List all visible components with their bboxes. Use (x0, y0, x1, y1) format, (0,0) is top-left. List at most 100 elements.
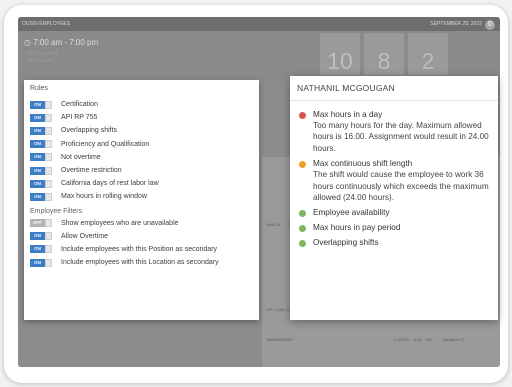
shift-subtitle: OEP Day Shift OP (Ossipin) (26, 51, 59, 64)
toggle-knob (45, 219, 52, 228)
rule-result-content: Overlapping shifts (313, 237, 379, 248)
rule-row: ON Allow Overtime (30, 230, 253, 243)
counter-box: 2 (408, 33, 448, 75)
shift-time: ◷ 7:00 am - 7:00 pm (24, 38, 99, 47)
rule-label: Show employees who are unavailable (61, 219, 179, 227)
bg-zero: 0.00 (414, 337, 422, 342)
topbar-title: OUSIN EMPLOYEES (22, 21, 71, 27)
bg-na: N/A (426, 337, 433, 342)
rule-row: ON Include employees with this Position a… (30, 243, 253, 256)
employee-detail-card: NATHANIL MCGOUGAN Max hours in a day Too … (290, 76, 498, 320)
rule-result-item: Employee availability (299, 207, 490, 218)
bg-role: Volunteer LT (442, 337, 465, 342)
toggle-state: ON (30, 113, 45, 122)
toggle-knob (45, 140, 52, 149)
rule-result-title: Max continuous shift length (313, 159, 413, 169)
rule-label: Include employees with this Location as … (61, 259, 219, 267)
employee-name: NATHANIL MCGOUGAN (290, 76, 498, 101)
toggle-knob (45, 232, 52, 241)
toggle-knob (45, 179, 52, 188)
rule-label: Allow Overtime (61, 232, 109, 240)
rule-label: Certification (61, 101, 98, 109)
toggle-switch[interactable]: ON (30, 126, 52, 135)
status-dot-icon (299, 112, 306, 119)
rule-row: ON API RP 755 (30, 111, 253, 124)
toggle-state: ON (30, 258, 45, 267)
rule-row: ON Proficiency and Qualification (30, 138, 253, 151)
rule-row: ON Certification (30, 98, 253, 111)
rule-row: ON California days of rest labor law (30, 177, 253, 190)
rule-result-description: The shift would cause the employee to wo… (313, 170, 489, 203)
rule-label: Overlapping shifts (61, 127, 118, 135)
rule-result-title: Max hours in pay period (313, 223, 401, 233)
rule-label: Proficiency and Qualification (61, 140, 150, 148)
rule-row: OFF Show employees who are unavailable (30, 217, 253, 230)
rule-row: ON Max hours in rolling window (30, 190, 253, 203)
toggle-switch[interactable]: ON (30, 179, 52, 188)
toggle-switch[interactable]: ON (30, 192, 52, 201)
toggle-switch[interactable]: ON (30, 258, 52, 267)
toggle-state: ON (30, 192, 45, 201)
rule-result-title: Employee availability (313, 208, 390, 218)
rule-result-content: Employee availability (313, 207, 389, 218)
rule-result-content: Max continuous shift length The shift wou… (313, 158, 490, 203)
toggle-switch[interactable]: ON (30, 245, 52, 254)
rules-title: Rules (30, 85, 48, 92)
toggle-state: ON (30, 126, 45, 135)
toggle-knob (45, 126, 52, 135)
rule-label: Max hours in rolling window (61, 193, 147, 201)
bg-worker: MARGAURIST (267, 337, 294, 342)
toggle-knob (45, 113, 52, 122)
topbar-date: SEPTEMBER 28, 2022 (430, 21, 482, 27)
status-dot-icon (299, 161, 306, 169)
toggle-switch[interactable]: OFF (30, 219, 52, 228)
rule-results: Max hours in a day Too many hours for the… (290, 101, 498, 248)
toggle-switch[interactable]: ON (30, 166, 52, 175)
rule-row: ON Include employees with this Location a… (30, 256, 253, 269)
toggle-state: ON (30, 232, 45, 241)
rule-row: ON Overtime restriction (30, 164, 253, 177)
filters-title: Employee Filters (30, 207, 83, 215)
toggle-knob (45, 166, 52, 175)
rule-label: California days of rest labor law (61, 180, 159, 188)
bg-column: Wed 28 (266, 222, 280, 227)
rule-label: Not overtime (61, 153, 101, 161)
filters-list: OFF Show employees who are unavailable ON A… (30, 217, 253, 270)
status-dot-icon (299, 210, 306, 218)
toggle-switch[interactable]: ON (30, 140, 52, 149)
toggle-state: ON (30, 166, 45, 175)
toggle-switch[interactable]: ON (30, 232, 52, 241)
rules-list: ON Certification ON API RP 755 ON Overlapping… (30, 98, 253, 204)
rule-row: ON Not overtime (30, 151, 253, 164)
rule-result-item: Max hours in a day Too many hours for the… (299, 109, 490, 154)
rule-row: ON Overlapping shifts (30, 124, 253, 137)
rule-result-content: Max hours in a day Too many hours for the… (313, 109, 490, 154)
counter-box: 8 (364, 33, 404, 75)
rule-result-title: Max hours in a day (313, 110, 383, 119)
toggle-knob (45, 258, 52, 267)
toggle-state: ON (30, 100, 45, 109)
notification-badge[interactable]: 0 (485, 20, 495, 30)
counter-box: 10 (320, 33, 360, 75)
rules-panel: Rules ON Certification ON API RP 755 ON Overl… (24, 80, 259, 320)
rule-result-description: Too many hours for the day. Maximum allo… (313, 121, 489, 153)
toggle-state: OFF (30, 219, 45, 228)
toggle-state: ON (30, 153, 45, 162)
rule-label: API RP 755 (61, 114, 98, 122)
rule-result-title: Overlapping shifts (313, 238, 379, 248)
toggle-state: ON (30, 245, 45, 254)
rule-label: Include employees with this Position as … (61, 245, 218, 253)
toggle-switch[interactable]: ON (30, 153, 52, 162)
clock-icon: ◷ (24, 38, 31, 47)
rule-result-item: Max continuous shift length The shift wou… (299, 158, 490, 203)
rule-result-content: Max hours in pay period (313, 222, 400, 233)
toggle-state: ON (30, 140, 45, 149)
bg-rate: 1,000.00 (394, 337, 410, 342)
rule-label: Overtime restriction (61, 167, 122, 175)
toggle-switch[interactable]: ON (30, 100, 52, 109)
toggle-knob (45, 100, 52, 109)
toggle-switch[interactable]: ON (30, 113, 52, 122)
status-dot-icon (299, 225, 306, 233)
toggle-knob (45, 245, 52, 254)
status-dot-icon (299, 240, 306, 248)
